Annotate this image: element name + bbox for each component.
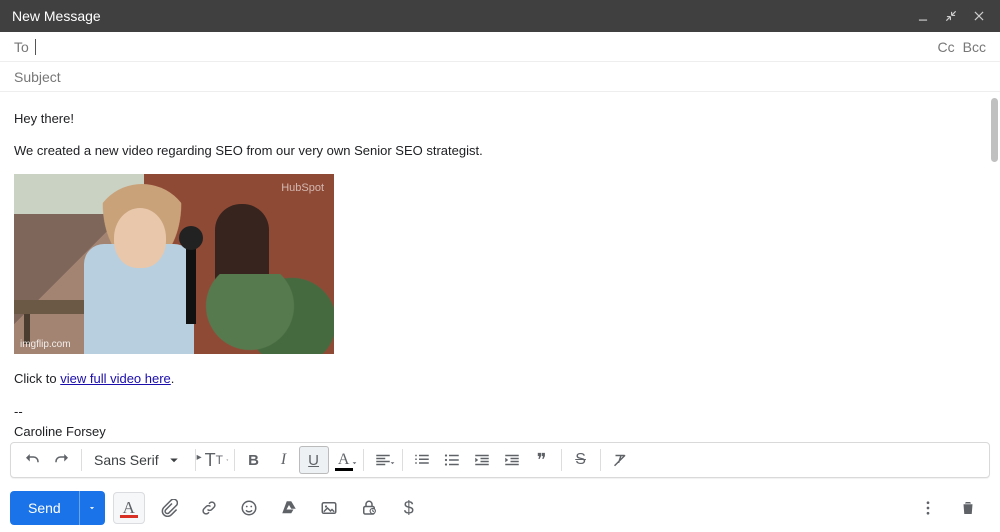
chevron-down-icon [388,454,397,472]
send-button-group: Send [10,491,105,525]
send-button[interactable]: Send [10,491,79,525]
recipients-row: To Cc Bcc [0,32,1000,62]
bcc-button[interactable]: Bcc [963,39,986,55]
strikethrough-button[interactable]: S [566,446,596,474]
subject-row [0,62,1000,92]
chevron-down-icon [225,455,230,465]
remove-formatting-button[interactable] [605,446,635,474]
redo-button[interactable] [47,446,77,474]
chevron-down-icon [350,454,359,472]
bulleted-list-button[interactable] [437,446,467,474]
compose-body[interactable]: Hey there! We created a new video regard… [0,92,1000,442]
body-link-line: Click to view full video here. [14,370,986,388]
bold-button[interactable]: B [239,446,269,474]
emoji-button[interactable] [233,492,265,524]
underline-button[interactable]: U [299,446,329,474]
undo-button[interactable] [17,446,47,474]
font-name: Sans Serif [94,452,159,468]
body-greeting: Hey there! [14,110,986,128]
video-thumbnail[interactable]: HubSpot imgflip.com [14,174,334,354]
body-line: We created a new video regarding SEO fro… [14,142,986,160]
discard-draft-button[interactable] [952,492,984,524]
period: . [171,371,175,386]
formatting-options-button[interactable]: A [113,492,145,524]
money-button[interactable]: $ [393,492,425,524]
sig-dashes: -- [14,403,986,421]
click-to-label: Click to [14,371,60,386]
compose-body-wrap: Hey there! We created a new video regard… [0,92,1000,442]
confidential-mode-button[interactable] [353,492,385,524]
sig-name: Caroline Forsey [14,423,986,441]
insert-link-button[interactable] [193,492,225,524]
font-select[interactable]: Sans Serif [86,451,191,469]
compose-titlebar: New Message [0,0,1000,32]
close-button[interactable] [970,7,988,25]
indent-less-button[interactable] [467,446,497,474]
popout-button[interactable] [942,7,960,25]
drive-button[interactable] [273,492,305,524]
send-options-button[interactable] [79,491,105,525]
align-button[interactable] [368,446,398,474]
insert-photo-button[interactable] [313,492,345,524]
to-input[interactable] [36,36,930,58]
minimize-button[interactable] [914,7,932,25]
video-link[interactable]: view full video here [60,371,171,386]
quote-button[interactable]: ❞ [527,446,557,474]
to-label: To [14,39,29,55]
font-size-button[interactable]: ▸TT [200,446,230,474]
cc-button[interactable]: Cc [938,39,955,55]
formatting-toolbar: Sans Serif ▸TT B I U A ❞ S [10,442,990,478]
chevron-down-icon [165,451,183,469]
numbered-list-button[interactable] [407,446,437,474]
text-color-button[interactable]: A [329,446,359,474]
compose-action-bar: Send A $ [0,486,1000,530]
italic-button[interactable]: I [269,446,299,474]
window-title: New Message [12,8,904,24]
thumb-logo: HubSpot [281,182,324,194]
thumb-watermark: imgflip.com [20,339,71,350]
more-options-button[interactable] [912,492,944,524]
subject-input[interactable] [14,69,986,85]
attach-file-button[interactable] [153,492,185,524]
indent-more-button[interactable] [497,446,527,474]
scrollbar-thumb[interactable] [991,98,998,162]
